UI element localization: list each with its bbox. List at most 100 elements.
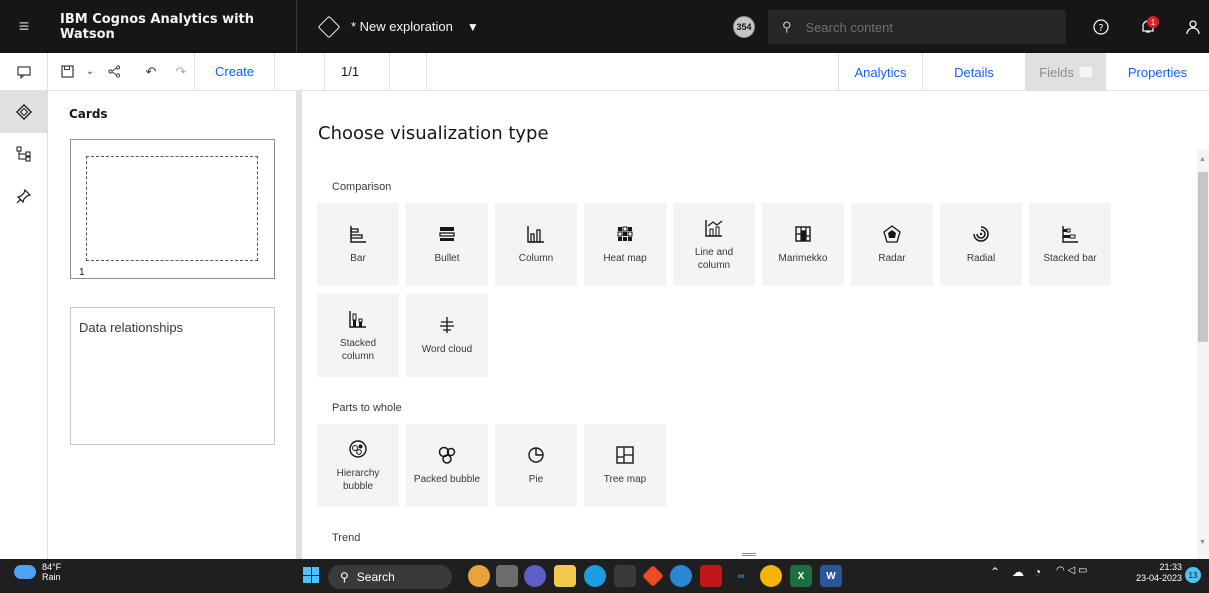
chevron-down-icon: ▼	[466, 19, 479, 34]
windows-notification-badge[interactable]: 13	[1185, 567, 1201, 583]
weather-temperature: 84°F	[42, 562, 62, 572]
stacked-column-icon	[348, 309, 368, 329]
wifi-sound-battery-icons[interactable]: ◠ ◁ ▭	[1056, 565, 1087, 576]
line-and-column-icon	[704, 218, 724, 238]
marimekko-icon	[793, 224, 813, 244]
viz-tile-hierarchy-bubble[interactable]: Hierarchy bubble	[317, 424, 399, 507]
fields-panel-icon	[1079, 67, 1092, 77]
viz-tile-stacked-column[interactable]: Stacked column	[317, 294, 399, 377]
data-relationships-label: Data relationships	[79, 320, 184, 335]
people-app-icon[interactable]	[468, 565, 490, 587]
pin-rail-icon[interactable]	[0, 175, 48, 217]
viz-tile-word-cloud[interactable]: Word cloud	[406, 294, 488, 377]
search-icon: ⚲	[782, 19, 792, 34]
card-thumbnail[interactable]: 1	[70, 139, 275, 279]
task-view-icon[interactable]	[496, 565, 518, 587]
visualizations-rail-icon[interactable]	[0, 91, 48, 133]
app-infinity-icon[interactable]: ∞	[730, 565, 752, 587]
viz-tile-label: Heat map	[603, 253, 647, 264]
viz-tile-tree-map[interactable]: Tree map	[584, 424, 666, 507]
viz-tile-pie[interactable]: Pie	[495, 424, 577, 507]
packed-bubble-icon	[437, 445, 457, 465]
toolbar-spacer	[275, 52, 326, 91]
file-explorer-icon[interactable]	[554, 565, 576, 587]
taskbar-search[interactable]: ⚲ Search	[328, 565, 452, 589]
radar-icon	[882, 224, 902, 244]
viz-tile-bullet[interactable]: Bullet	[406, 203, 488, 286]
viz-tile-marimekko[interactable]: Marimekko	[762, 203, 844, 286]
scroll-up-arrow-icon[interactable]: ▲	[1199, 156, 1206, 163]
create-button[interactable]: Create	[194, 52, 276, 91]
tab-fields[interactable]: Fields	[1025, 53, 1105, 91]
tab-properties[interactable]: Properties	[1105, 53, 1209, 91]
section-label-parts-to-whole: Parts to whole	[332, 402, 402, 414]
viz-tile-label: Tree map	[603, 474, 647, 485]
mcafee-icon[interactable]	[700, 565, 722, 587]
show-hidden-icons-chevron-icon[interactable]: ⌃	[990, 565, 1000, 579]
scroll-down-arrow-icon[interactable]: ▼	[1199, 539, 1206, 546]
main-scrollbar[interactable]: ▲ ▼	[1197, 150, 1209, 559]
viz-tile-radar[interactable]: Radar	[851, 203, 933, 286]
windows-start-icon[interactable]	[303, 567, 319, 583]
viz-tile-stacked-bar[interactable]: Stacked bar	[1029, 203, 1111, 286]
viz-tile-label: Column	[518, 253, 554, 264]
user-profile-icon[interactable]	[1175, 0, 1209, 53]
save-icon[interactable]	[54, 53, 80, 91]
undo-icon[interactable]: ↶	[134, 53, 168, 91]
chrome-browser-icon[interactable]	[760, 565, 782, 587]
excel-icon[interactable]: X	[790, 565, 812, 587]
stacked-bar-icon	[1060, 224, 1080, 244]
tab-analytics[interactable]: Analytics	[838, 53, 922, 91]
word-icon[interactable]: W	[820, 565, 842, 587]
comment-icon[interactable]	[0, 52, 48, 91]
viz-tile-label: Word cloud	[421, 344, 473, 355]
section-label-trend: Trend	[332, 532, 361, 544]
save-dropdown-chevron-icon[interactable]: ⌄	[80, 53, 100, 91]
viz-tile-radial[interactable]: Radial	[940, 203, 1022, 286]
heat-map-icon	[615, 224, 635, 244]
edge-browser-icon[interactable]	[584, 565, 606, 587]
exploration-icon	[317, 15, 341, 38]
viz-tile-line-and-column[interactable]: Line and column	[673, 203, 755, 286]
tree-map-icon	[615, 445, 635, 465]
weather-widget[interactable]: 84°F Rain	[14, 562, 61, 582]
viz-tile-packed-bubble[interactable]: Packed bubble	[406, 424, 488, 507]
viz-tile-label: Marimekko	[778, 253, 828, 264]
data-relationships-box[interactable]: Data relationships	[70, 307, 275, 445]
visualization-chooser: Choose visualization type Comparison Bar…	[302, 91, 1197, 559]
search-icon: ⚲	[340, 570, 349, 584]
count-badge[interactable]: 354	[733, 16, 755, 38]
teams-chat-icon[interactable]	[524, 565, 546, 587]
tab-fields-label: Fields	[1039, 64, 1074, 80]
microsoft-store-icon[interactable]	[614, 565, 636, 587]
tab-details[interactable]: Details	[922, 53, 1025, 91]
resize-handle[interactable]	[742, 553, 756, 556]
clock-time: 21:33	[1159, 562, 1183, 572]
scrollbar-thumb[interactable]	[1198, 172, 1208, 342]
cloud-rain-icon	[14, 565, 36, 579]
data-tree-rail-icon[interactable]	[0, 133, 48, 175]
share-icon[interactable]	[100, 53, 128, 91]
network-icon[interactable]: ◔	[1034, 565, 1041, 579]
cards-panel: Cards 1 Data relationships	[49, 91, 296, 559]
redo-icon[interactable]: ↷	[168, 53, 194, 91]
viz-tile-label: Radar	[878, 253, 906, 264]
left-rail	[0, 91, 48, 559]
onedrive-cloud-icon[interactable]: ☁	[1012, 565, 1024, 579]
help-icon[interactable]: ?	[1083, 0, 1119, 53]
viz-tile-bar[interactable]: Bar	[317, 203, 399, 286]
viz-tile-column[interactable]: Column	[495, 203, 577, 286]
taskbar-clock[interactable]: 21:33 23-04-2023	[1136, 562, 1182, 584]
viz-tile-label: Bullet	[434, 253, 460, 264]
viz-tile-heat-map[interactable]: Heat map	[584, 203, 666, 286]
exploration-title: * New exploration	[351, 19, 453, 34]
radial-icon	[971, 224, 991, 244]
hamburger-menu-icon[interactable]: ≡	[0, 0, 48, 53]
card-placeholder	[86, 156, 258, 261]
exploration-switcher[interactable]: * New exploration ▼	[297, 15, 717, 38]
app-globe-icon[interactable]	[670, 565, 692, 587]
cards-panel-title: Cards	[69, 107, 108, 121]
search-input[interactable]: ⚲ Search content	[768, 10, 1066, 44]
notifications-bell-icon[interactable]	[1130, 0, 1166, 53]
page-title: Choose visualization type	[318, 123, 549, 144]
